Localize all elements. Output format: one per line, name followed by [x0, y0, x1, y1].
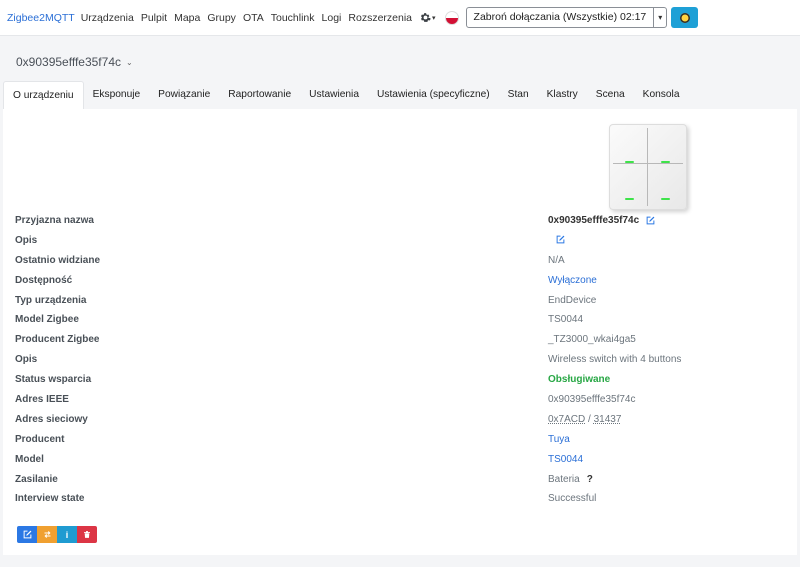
theme-toggle-button[interactable]	[671, 7, 699, 28]
table-row: Producent Zigbee _TZ3000_wkai4ga5	[3, 330, 797, 350]
interview-state-value: Successful	[548, 493, 597, 505]
tab-about[interactable]: O urządzeniu	[3, 81, 84, 109]
device-info-button[interactable]: i	[57, 526, 77, 543]
table-row: Opis	[3, 231, 797, 251]
ieee-address-label: Adres IEEE	[15, 394, 69, 406]
tab-console[interactable]: Konsola	[634, 81, 689, 109]
nav-extensions[interactable]: Rozszerzenia	[348, 12, 412, 24]
top-navbar: Zigbee2MQTT Urządzenia Pulpit Mapa Grupy…	[0, 0, 800, 36]
table-row: Ostatnio widziane N/A	[3, 251, 797, 271]
ieee-address-value: 0x90395efffe35f74c	[548, 394, 636, 406]
interview-state-label: Interview state	[15, 493, 85, 505]
power-value: Bateria	[548, 473, 580, 485]
device-type-value: EndDevice	[548, 294, 597, 306]
delete-device-button[interactable]	[77, 526, 97, 543]
description-label: Opis	[15, 234, 38, 246]
rename-device-button[interactable]	[37, 526, 57, 543]
tab-bind[interactable]: Powiązanie	[149, 81, 219, 109]
chevron-down-icon: ▾	[432, 14, 436, 22]
network-address-hex[interactable]: 0x7ACD	[548, 414, 585, 425]
last-seen-value: N/A	[548, 254, 565, 266]
nav-groups[interactable]: Grupy	[207, 12, 236, 24]
settings-dropdown[interactable]: ▾	[420, 12, 436, 23]
network-address-separator: /	[585, 413, 594, 425]
support-status-label: Status wsparcia	[15, 374, 92, 386]
zigbee-manufacturer-value: _TZ3000_wkai4ga5	[548, 334, 636, 346]
availability-label: Dostępność	[15, 274, 73, 286]
power-label: Zasilanie	[15, 473, 58, 485]
tab-clusters[interactable]: Klastry	[538, 81, 587, 109]
table-row: Dostępność Wyłączone	[3, 271, 797, 291]
edit-icon	[23, 530, 31, 539]
model-label: Model	[15, 453, 44, 465]
tab-scene[interactable]: Scena	[587, 81, 634, 109]
nav-logs[interactable]: Logi	[322, 12, 342, 24]
table-row: Status wsparcia Obsługiwane	[3, 370, 797, 390]
last-seen-label: Ostatnio widziane	[15, 254, 101, 266]
network-address-dec[interactable]: 31437	[594, 414, 622, 425]
nav-touchlink[interactable]: Touchlink	[271, 12, 315, 24]
chevron-down-icon: ▾	[658, 13, 663, 22]
zigbee-manufacturer-label: Producent Zigbee	[15, 334, 100, 346]
support-status-value[interactable]: Obsługiwane	[548, 374, 610, 385]
table-row: Adres IEEE 0x90395efffe35f74c	[3, 390, 797, 410]
table-row: Opis Wireless switch with 4 buttons	[3, 350, 797, 370]
device-info-card: Przyjazna nazwa 0x90395efffe35f74c Opis …	[3, 109, 797, 555]
permit-join-dropdown-toggle[interactable]: ▾	[653, 8, 666, 27]
table-row: Model Zigbee TS0044	[3, 310, 797, 330]
power-help-icon[interactable]: ?	[587, 474, 593, 485]
table-row: Adres sieciowy 0x7ACD / 31437	[3, 410, 797, 430]
nav-ota[interactable]: OTA	[243, 12, 264, 24]
device-type-label: Typ urządzenia	[15, 294, 87, 306]
tab-reporting[interactable]: Raportowanie	[219, 81, 300, 109]
device-title: 0x90395efffe35f74c	[16, 55, 121, 69]
friendly-name-label: Przyjazna nazwa	[15, 215, 94, 226]
tab-settings[interactable]: Ustawienia	[300, 81, 368, 109]
device-tabs: O urządzeniu Eksponuje Powiązanie Raport…	[3, 81, 689, 109]
table-row: Przyjazna nazwa 0x90395efffe35f74c	[3, 211, 797, 231]
edit-icon[interactable]	[556, 235, 565, 244]
table-row: Typ urządzenia EndDevice	[3, 291, 797, 311]
trash-icon	[84, 531, 90, 538]
gear-icon	[420, 13, 431, 22]
nav-devices[interactable]: Urządzenia	[81, 12, 134, 24]
model-link[interactable]: TS0044	[548, 454, 583, 465]
tab-settings-specific[interactable]: Ustawienia (specyficzne)	[368, 81, 499, 109]
zigbee-model-label: Model Zigbee	[15, 314, 79, 326]
polish-flag-icon[interactable]	[444, 10, 459, 25]
tab-exposes[interactable]: Eksponuje	[84, 81, 150, 109]
table-row: Interview state Successful	[3, 489, 797, 509]
device-actions: i	[17, 526, 97, 543]
nav-dashboard[interactable]: Pulpit	[141, 12, 167, 24]
device-image	[609, 124, 687, 210]
sun-icon	[679, 12, 690, 23]
edit-icon[interactable]	[646, 216, 655, 225]
edit-device-button[interactable]	[17, 526, 37, 543]
friendly-name-value: 0x90395efffe35f74c	[548, 215, 640, 226]
availability-link[interactable]: Wyłączone	[548, 275, 597, 286]
manufacturer-link[interactable]: Tuya	[548, 434, 570, 445]
manufacturer-label: Producent	[15, 433, 65, 445]
model-description-label: Opis	[15, 354, 38, 366]
table-row: Producent Tuya	[3, 430, 797, 450]
chevron-down-icon: ⌄	[126, 57, 133, 67]
permit-join-group: Zabroń dołączania (Wszystkie) 02:17 ▾	[465, 7, 668, 28]
nav-map[interactable]: Mapa	[174, 12, 200, 24]
brand-link[interactable]: Zigbee2MQTT	[7, 12, 75, 24]
table-row: Model TS0044	[3, 450, 797, 470]
info-icon: i	[65, 529, 69, 540]
exchange-icon	[44, 531, 50, 538]
network-address-label: Adres sieciowy	[15, 413, 88, 425]
table-row: Zasilanie Bateria ?	[3, 470, 797, 490]
permit-join-button[interactable]: Zabroń dołączania (Wszystkie) 02:17	[467, 8, 654, 27]
model-description-value: Wireless switch with 4 buttons	[548, 354, 682, 366]
device-selector[interactable]: 0x90395efffe35f74c ⌄	[16, 55, 133, 69]
tab-state[interactable]: Stan	[499, 81, 538, 109]
device-details-table: Przyjazna nazwa 0x90395efffe35f74c Opis …	[3, 211, 797, 509]
zigbee-model-value: TS0044	[548, 314, 584, 326]
